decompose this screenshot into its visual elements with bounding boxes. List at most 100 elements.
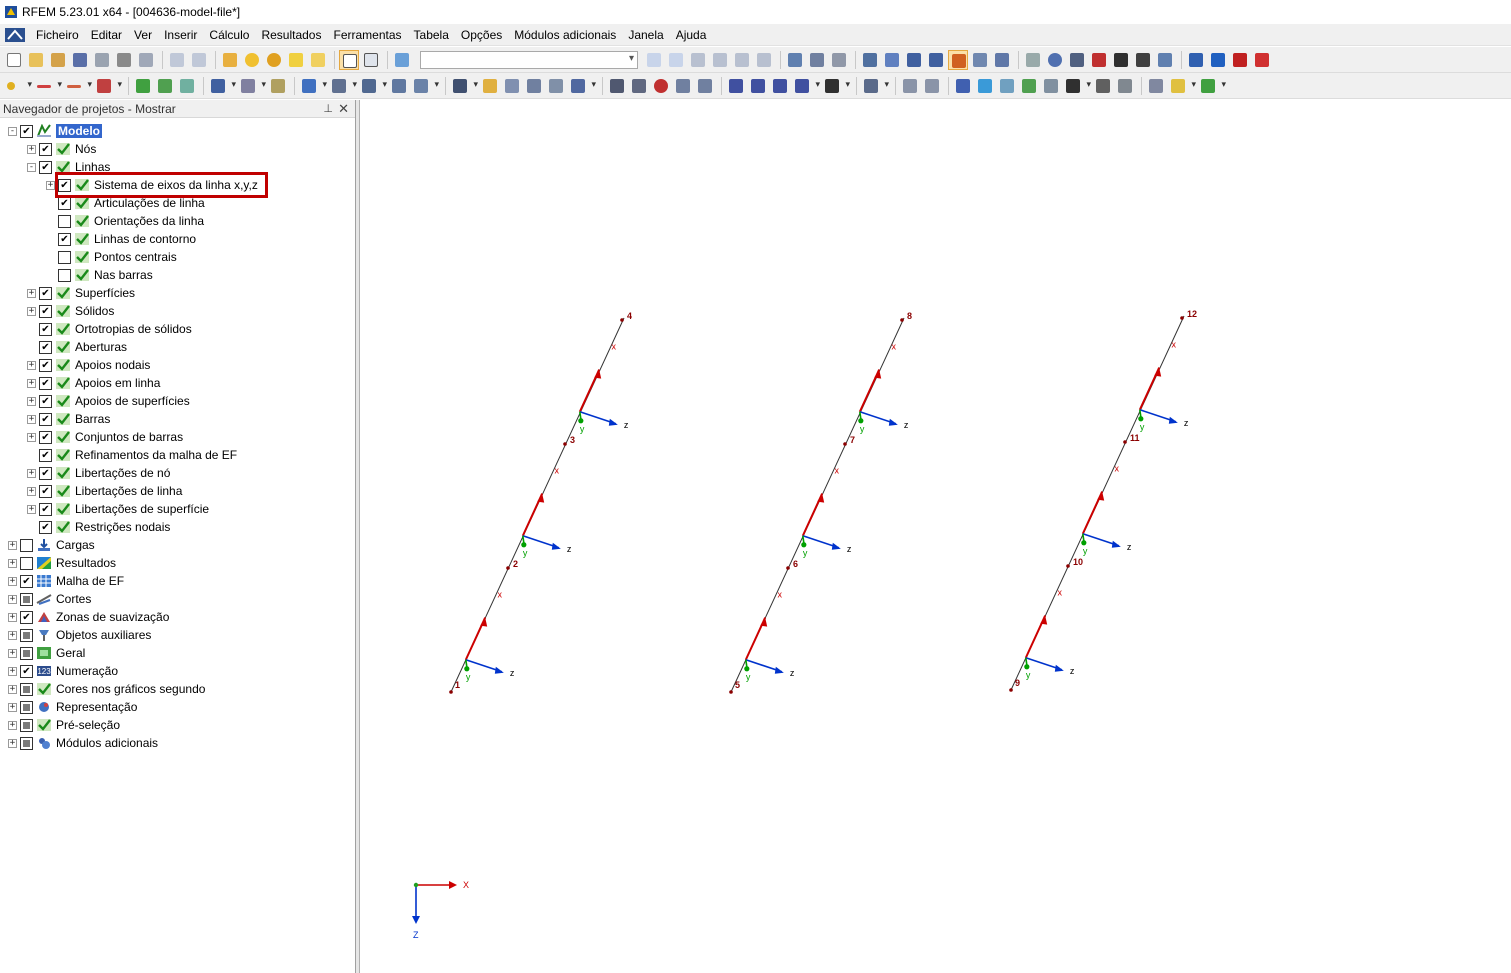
visibility-checkbox[interactable] — [20, 700, 33, 714]
dimension-icon[interactable] — [953, 76, 973, 96]
tree-item[interactable]: Nas barras — [46, 266, 153, 284]
expand-icon[interactable]: + — [27, 486, 36, 496]
open-file-icon[interactable] — [26, 50, 46, 70]
expand-icon[interactable]: + — [8, 558, 17, 568]
expand-icon[interactable]: + — [27, 306, 36, 316]
connect-icon[interactable] — [1155, 50, 1175, 70]
visibility-checkbox[interactable] — [39, 160, 52, 174]
next-icon[interactable] — [666, 50, 686, 70]
visibility-checkbox[interactable] — [39, 484, 52, 498]
tree-item[interactable]: + Módulos adicionais — [8, 734, 158, 752]
undo-icon[interactable] — [167, 50, 187, 70]
mdi-window-icon[interactable] — [4, 27, 26, 43]
menu-modulos-adicionais[interactable]: Módulos adicionais — [508, 28, 622, 42]
tree-item[interactable]: Aberturas — [27, 338, 127, 356]
visibility-checkbox[interactable] — [20, 124, 33, 138]
show-values-icon[interactable] — [732, 50, 752, 70]
new-set-icon[interactable] — [155, 76, 175, 96]
previous-icon[interactable] — [644, 50, 664, 70]
new-member-icon[interactable] — [133, 76, 153, 96]
max-min-icon[interactable] — [710, 50, 730, 70]
solid-box-icon[interactable] — [997, 76, 1017, 96]
visibility-checkbox[interactable] — [58, 250, 71, 264]
expand-icon[interactable]: + — [8, 684, 17, 694]
menu-resultados[interactable]: Resultados — [255, 28, 327, 42]
expand-icon[interactable]: + — [27, 504, 36, 514]
visibility-checkbox[interactable] — [39, 286, 52, 300]
tree-item[interactable]: + Sólidos — [27, 302, 114, 320]
visibility-checkbox[interactable] — [20, 574, 33, 588]
visibility-checkbox[interactable] — [20, 556, 33, 570]
windows-icon[interactable] — [308, 50, 328, 70]
tree-item[interactable]: + Resultados — [8, 554, 116, 572]
menu-editar[interactable]: Editar — [85, 28, 128, 42]
new-hinge-icon[interactable] — [268, 76, 288, 96]
section-view-icon[interactable] — [502, 76, 522, 96]
tree-item[interactable]: + Cortes — [8, 590, 91, 608]
tree-item[interactable]: Pontos centrais — [46, 248, 177, 266]
visibility-checkbox[interactable] — [20, 736, 33, 750]
ortho-icon[interactable] — [948, 49, 968, 70]
navigator-toggle-icon[interactable] — [339, 49, 359, 70]
expand-icon[interactable]: + — [8, 738, 17, 748]
zoom-all-icon[interactable] — [607, 76, 627, 96]
visibility-checkbox[interactable] — [39, 448, 52, 462]
import-icon[interactable] — [1208, 50, 1228, 70]
menu-ferramentas[interactable]: Ferramentas — [327, 28, 407, 42]
search-icon[interactable] — [242, 50, 262, 70]
visibility-icon[interactable] — [546, 76, 566, 96]
tree-item[interactable]: + Conjuntos de barras — [27, 428, 183, 446]
tree-item[interactable]: + Geral — [8, 644, 85, 662]
delete-icon[interactable] — [1089, 50, 1109, 70]
visibility-checkbox[interactable] — [58, 268, 71, 282]
mirror-icon[interactable] — [1067, 50, 1087, 70]
visibility-checkbox[interactable] — [20, 718, 33, 732]
view-x-icon[interactable] — [726, 76, 746, 96]
visibility-checkbox[interactable] — [39, 340, 52, 354]
expand-icon[interactable]: + — [27, 288, 36, 298]
view-3d-icon[interactable] — [359, 76, 387, 96]
tree-item[interactable]: + Barras — [27, 410, 110, 428]
surface-plane-icon[interactable] — [975, 76, 995, 96]
collapse-icon[interactable]: - — [27, 162, 36, 172]
menu-ver[interactable]: Ver — [128, 28, 158, 42]
report-view-icon[interactable] — [1146, 76, 1166, 96]
new-node-icon[interactable] — [4, 76, 32, 96]
object-snap-icon[interactable] — [904, 50, 924, 70]
pdf-icon[interactable] — [1230, 50, 1250, 70]
visibility-checkbox[interactable] — [39, 142, 52, 156]
expand-icon[interactable]: + — [8, 576, 17, 586]
view-front-icon[interactable] — [673, 76, 693, 96]
tree-item[interactable]: + Apoios em linha — [27, 374, 160, 392]
grid-icon[interactable] — [860, 50, 880, 70]
copy-icon[interactable] — [1111, 50, 1131, 70]
menu-janela[interactable]: Janela — [622, 28, 669, 42]
expand-icon[interactable]: + — [27, 360, 36, 370]
expand-icon[interactable]: + — [8, 594, 17, 604]
tree-item[interactable]: + Representação — [8, 698, 137, 716]
find-object-icon[interactable] — [264, 50, 284, 70]
new-polyline-icon[interactable] — [64, 76, 92, 96]
tree-item[interactable]: + Cargas — [8, 536, 95, 554]
tree-item[interactable]: + Objetos auxiliares — [8, 626, 151, 644]
tree-item[interactable]: Ortotropias de sólidos — [27, 320, 192, 338]
display-box-icon[interactable] — [329, 76, 357, 96]
calculate-icon[interactable] — [785, 50, 805, 70]
new-line-icon[interactable] — [34, 76, 62, 96]
expand-icon[interactable]: + — [27, 432, 36, 442]
print-icon[interactable] — [114, 50, 134, 70]
model-graphic[interactable]: 1xzy2xzy3xzy45xzy6xzy7xzy89xzy10xzy11xzy… — [361, 100, 1511, 973]
visibility-checkbox[interactable] — [20, 664, 33, 678]
expand-icon[interactable]: + — [46, 180, 55, 190]
tree-item[interactable]: + Libertações de nó — [27, 464, 170, 482]
menu-calculo[interactable]: Cálculo — [203, 28, 255, 42]
expand-icon[interactable]: + — [27, 144, 36, 154]
view-y-icon[interactable] — [748, 76, 768, 96]
visibility-checkbox[interactable] — [58, 214, 71, 228]
visibility-checkbox[interactable] — [58, 232, 71, 246]
results-on-icon[interactable] — [688, 50, 708, 70]
tree-item[interactable]: Orientações da linha — [46, 212, 204, 230]
expand-icon[interactable]: + — [27, 468, 36, 478]
rotate-icon[interactable] — [1045, 50, 1065, 70]
splitter[interactable] — [356, 100, 360, 973]
